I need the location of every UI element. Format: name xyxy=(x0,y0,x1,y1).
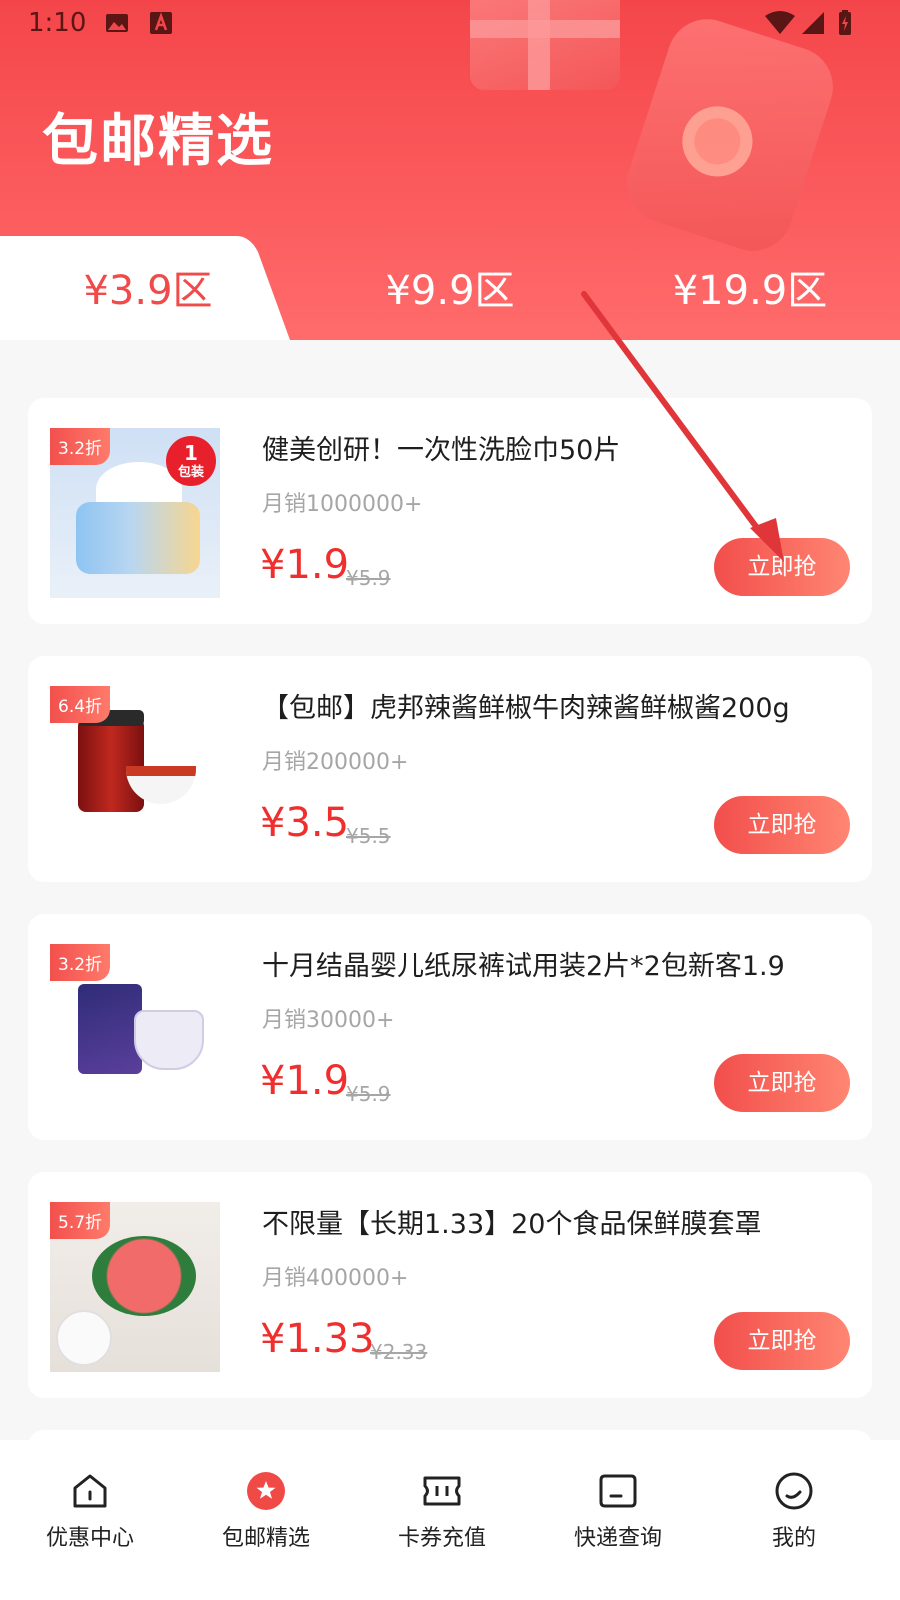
discount-badge: 6.4折 xyxy=(50,686,111,723)
nav-item-card-recharge[interactable]: 卡券充值 xyxy=(352,1470,532,1552)
monthly-sales: 月销1000000+ xyxy=(262,492,423,517)
a-notification-icon xyxy=(150,12,172,34)
status-time: 1:10 xyxy=(28,8,87,38)
product-card[interactable]: 5.7折 不限量【长期1.33】20个食品保鲜膜套罩 月销400000+ ¥1.… xyxy=(28,1172,872,1398)
signal-icon xyxy=(802,12,824,34)
product-name: 十月结晶婴儿纸尿裤试用装2片*2包新客1.9 xyxy=(262,951,785,982)
product-image: 5.7折 xyxy=(50,1202,220,1372)
nav-item-profile[interactable]: 我的 xyxy=(704,1470,884,1552)
product-image: 3.2折 xyxy=(50,944,220,1114)
bottom-navigation: 优惠中心 包邮精选 卡券充值 快递查询 我的 xyxy=(0,1440,900,1600)
header-banner: 1:10 包邮精选 ¥3.9区 ¥9.9区 ¥19.9区 xyxy=(0,0,900,340)
nav-label: 我的 xyxy=(771,1526,816,1551)
home-icon xyxy=(73,1474,107,1508)
pack-label: 1 包装 xyxy=(166,436,216,486)
original-price: ¥5.5 xyxy=(346,824,391,848)
original-price: ¥5.9 xyxy=(346,566,391,590)
original-price: ¥2.33 xyxy=(370,1340,428,1364)
nav-item-express-tracking[interactable]: 快递查询 xyxy=(528,1470,708,1552)
product-card[interactable]: 6.4折 【包邮】虎邦辣酱鲜椒牛肉辣酱鲜椒酱200g 月销200000+ ¥3.… xyxy=(28,656,872,882)
nav-label: 包邮精选 xyxy=(221,1526,310,1551)
product-card[interactable]: 3.2折 1 包装 健美创研！一次性洗脸巾50片 月销1000000+ ¥1.9 … xyxy=(28,398,872,624)
nav-label: 优惠中心 xyxy=(45,1526,134,1551)
tab-9-9-zone[interactable]: ¥9.9区 xyxy=(320,258,580,316)
nav-label: 卡券充值 xyxy=(397,1526,486,1551)
product-name: 【包邮】虎邦辣酱鲜椒牛肉辣酱鲜椒酱200g xyxy=(262,693,790,724)
battery-charging-icon xyxy=(839,10,851,35)
sale-price: ¥1.33 xyxy=(260,1316,375,1362)
star-icon xyxy=(247,1472,285,1510)
product-name: 不限量【长期1.33】20个食品保鲜膜套罩 xyxy=(262,1209,762,1240)
wifi-icon xyxy=(765,11,795,34)
monthly-sales: 月销200000+ xyxy=(262,750,409,775)
ticket-icon xyxy=(423,1476,461,1506)
sale-price: ¥3.5 xyxy=(260,800,350,846)
tab-19-9-zone[interactable]: ¥19.9区 xyxy=(620,258,880,316)
grab-now-button[interactable]: 立即抢 xyxy=(714,796,850,854)
grab-now-button[interactable]: 立即抢 xyxy=(714,1312,850,1370)
product-list: 3.2折 1 包装 健美创研！一次性洗脸巾50片 月销1000000+ ¥1.9 … xyxy=(0,340,900,1470)
product-image: 3.2折 1 包装 xyxy=(50,428,220,598)
original-price: ¥5.9 xyxy=(346,1082,391,1106)
nav-item-deals-center[interactable]: 优惠中心 xyxy=(0,1470,180,1552)
product-name: 健美创研！一次性洗脸巾50片 xyxy=(262,435,621,466)
monthly-sales: 月销400000+ xyxy=(262,1266,409,1291)
nav-label: 快递查询 xyxy=(573,1526,662,1551)
product-card[interactable]: 3.2折 十月结晶婴儿纸尿裤试用装2片*2包新客1.9 月销30000+ ¥1.… xyxy=(28,914,872,1140)
monthly-sales: 月销30000+ xyxy=(262,1008,395,1033)
discount-badge: 3.2折 xyxy=(50,944,111,981)
grab-now-button[interactable]: 立即抢 xyxy=(714,1054,850,1112)
price-zone-tabs: ¥3.9区 ¥9.9区 ¥19.9区 xyxy=(0,236,900,340)
page-title: 包邮精选 xyxy=(42,109,274,174)
discount-badge: 5.7折 xyxy=(50,1202,111,1239)
discount-badge: 3.2折 xyxy=(50,428,111,465)
nav-item-free-shipping[interactable]: 包邮精选 xyxy=(176,1470,356,1552)
sale-price: ¥1.9 xyxy=(260,1058,350,1104)
package-icon xyxy=(599,1474,637,1508)
sale-price: ¥1.9 xyxy=(260,542,350,588)
product-image: 6.4折 xyxy=(50,686,220,856)
status-bar: 1:10 xyxy=(0,0,900,48)
image-notification-icon xyxy=(106,14,128,32)
tab-3-9-zone[interactable]: ¥3.9区 xyxy=(18,258,278,316)
profile-icon xyxy=(775,1472,813,1510)
grab-now-button[interactable]: 立即抢 xyxy=(714,538,850,596)
